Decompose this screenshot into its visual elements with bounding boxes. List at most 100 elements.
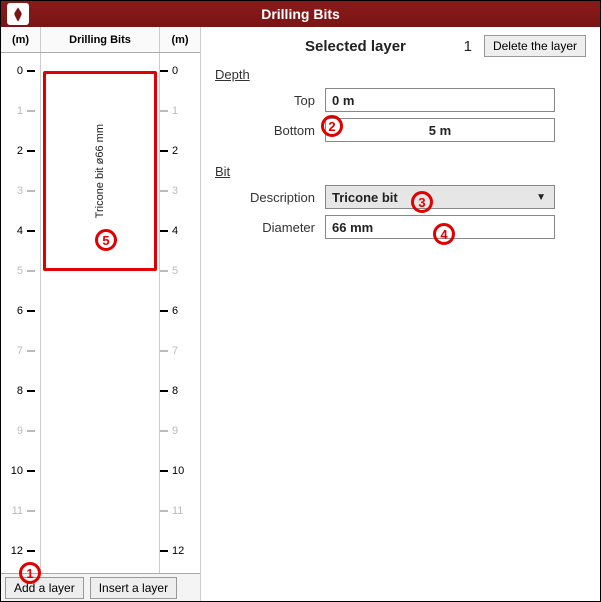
tick-number: 10: [1, 465, 23, 477]
ruler-tick: 10: [160, 465, 200, 477]
ruler-tick: 1: [160, 105, 200, 117]
ruler-tick: 1: [1, 105, 40, 117]
ruler-tick: 6: [1, 305, 40, 317]
diameter-input[interactable]: 66 mm: [325, 215, 555, 239]
tick-dash: [27, 270, 35, 272]
tick-dash: [27, 390, 35, 392]
ruler-tick: 8: [160, 385, 200, 397]
selected-layer-number: 1: [464, 38, 472, 55]
tick-number: 4: [1, 225, 23, 237]
columns-header: (m) Drilling Bits (m): [1, 27, 200, 53]
tick-dash: [27, 70, 35, 72]
col-header-right: (m): [160, 27, 200, 52]
ruler-tick: 2: [1, 145, 40, 157]
tick-dash: [160, 390, 168, 392]
ruler-tick: 2: [160, 145, 200, 157]
tick-dash: [160, 150, 168, 152]
tick-number: 0: [172, 65, 194, 77]
layer-box[interactable]: Tricone bit ø66 mm: [43, 71, 157, 271]
ruler-tick: 8: [1, 385, 40, 397]
ruler-tick: 5: [1, 265, 40, 277]
tick-dash: [160, 310, 168, 312]
tick-number: 1: [1, 105, 23, 117]
tick-number: 6: [1, 305, 23, 317]
tick-number: 0: [1, 65, 23, 77]
tick-dash: [160, 70, 168, 72]
ruler-tick: 3: [160, 185, 200, 197]
ruler-area: 0123456789101112 Tricone bit ø66 mm 0123…: [1, 53, 200, 573]
app-icon: [7, 3, 29, 25]
tick-number: 3: [172, 185, 194, 197]
bottom-input[interactable]: 5 m: [325, 118, 555, 142]
ruler-tick: 4: [1, 225, 40, 237]
left-panel: (m) Drilling Bits (m) 0123456789101112 T…: [1, 27, 201, 601]
ruler-tick: 6: [160, 305, 200, 317]
ruler-tick: 11: [1, 505, 40, 517]
add-layer-button[interactable]: Add a layer: [5, 577, 84, 599]
tick-number: 4: [172, 225, 194, 237]
ruler-tick: 7: [160, 345, 200, 357]
top-input[interactable]: 0 m: [325, 88, 555, 112]
titlebar: Drilling Bits: [1, 1, 600, 27]
description-select[interactable]: Tricone bit: [325, 185, 555, 209]
ruler-tick: 12: [160, 545, 200, 557]
tick-dash: [160, 270, 168, 272]
tick-number: 5: [1, 265, 23, 277]
description-value: Tricone bit: [332, 190, 398, 205]
tick-number: 9: [1, 425, 23, 437]
tick-number: 5: [172, 265, 194, 277]
tick-dash: [160, 110, 168, 112]
bottom-label: Bottom: [215, 123, 325, 138]
app-window: Drilling Bits (m) Drilling Bits (m) 0123…: [0, 0, 601, 602]
tick-number: 9: [172, 425, 194, 437]
window-body: (m) Drilling Bits (m) 0123456789101112 T…: [1, 27, 600, 601]
tick-dash: [160, 510, 168, 512]
diameter-value: 66 mm: [332, 220, 373, 235]
tick-dash: [160, 550, 168, 552]
tick-dash: [27, 350, 35, 352]
tick-number: 12: [172, 545, 194, 557]
tick-dash: [160, 430, 168, 432]
col-header-mid: Drilling Bits: [41, 27, 160, 52]
insert-layer-button[interactable]: Insert a layer: [90, 577, 177, 599]
ruler-left: 0123456789101112: [1, 53, 41, 573]
description-label: Description: [215, 190, 325, 205]
tick-dash: [27, 550, 35, 552]
layer-column[interactable]: Tricone bit ø66 mm: [41, 53, 160, 573]
tick-number: 10: [172, 465, 194, 477]
tick-dash: [27, 230, 35, 232]
selected-layer-label: Selected layer: [305, 38, 406, 55]
top-value: 0 m: [332, 93, 354, 108]
ruler-tick: 5: [160, 265, 200, 277]
ruler-tick: 12: [1, 545, 40, 557]
tick-number: 7: [1, 345, 23, 357]
tick-number: 6: [172, 305, 194, 317]
section-depth: Depth: [215, 67, 586, 82]
diameter-label: Diameter: [215, 220, 325, 235]
row-diameter: Diameter 66 mm: [215, 215, 586, 239]
ruler-tick: 9: [160, 425, 200, 437]
row-description: Description Tricone bit: [215, 185, 586, 209]
tick-number: 8: [172, 385, 194, 397]
tick-number: 11: [172, 505, 194, 517]
tick-dash: [160, 190, 168, 192]
tick-dash: [27, 510, 35, 512]
delete-layer-button[interactable]: Delete the layer: [484, 35, 586, 57]
ruler-tick: 10: [1, 465, 40, 477]
ruler-tick: 0: [1, 65, 40, 77]
row-top: Top 0 m: [215, 88, 586, 112]
ruler-tick: 4: [160, 225, 200, 237]
layer-label: Tricone bit ø66 mm: [94, 124, 106, 218]
tick-number: 11: [1, 505, 23, 517]
tick-dash: [27, 190, 35, 192]
tick-dash: [27, 470, 35, 472]
tick-number: 1: [172, 105, 194, 117]
ruler-right: 0123456789101112: [160, 53, 200, 573]
tick-number: 3: [1, 185, 23, 197]
tick-dash: [160, 350, 168, 352]
section-bit: Bit: [215, 164, 586, 179]
tick-number: 12: [1, 545, 23, 557]
tick-number: 7: [172, 345, 194, 357]
tick-dash: [160, 470, 168, 472]
ruler-tick: 11: [160, 505, 200, 517]
